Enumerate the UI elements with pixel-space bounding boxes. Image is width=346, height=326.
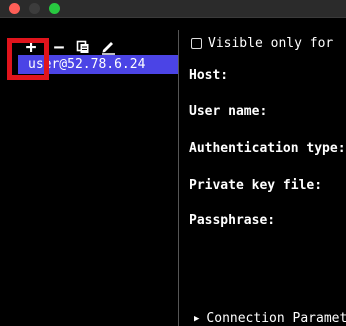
- visible-only-toggle[interactable]: Visible only for: [191, 36, 333, 51]
- copy-session-button[interactable]: [74, 38, 92, 56]
- visible-only-checkbox[interactable]: [191, 38, 202, 49]
- copy-icon: [76, 40, 89, 53]
- passphrase-label: Passphrase:: [189, 213, 276, 228]
- minimize-window-button[interactable]: [29, 3, 40, 14]
- maximize-window-button[interactable]: [49, 3, 60, 14]
- disclosure-triangle-icon: ▶: [194, 313, 200, 324]
- close-window-button[interactable]: [9, 3, 20, 14]
- edit-session-button[interactable]: [99, 38, 117, 56]
- username-label: User name:: [189, 104, 268, 119]
- visible-only-label: Visible only for: [208, 36, 334, 51]
- private-key-label: Private key file:: [189, 178, 323, 193]
- pencil-icon: [102, 42, 115, 55]
- highlight-annotation: [7, 38, 49, 80]
- remove-session-button[interactable]: −: [50, 37, 68, 58]
- session-list-pane: + − user@52.78.6.24: [0, 18, 178, 326]
- session-details-pane: Visible only for Host: User name: Authen…: [179, 18, 346, 326]
- connection-parameters-toggle[interactable]: ▶ Connection Paramet: [194, 311, 346, 326]
- auth-type-label: Authentication type:: [189, 141, 346, 156]
- title-bar: [0, 0, 346, 18]
- host-label: Host:: [189, 68, 229, 83]
- connection-parameters-label: Connection Paramet: [206, 311, 346, 326]
